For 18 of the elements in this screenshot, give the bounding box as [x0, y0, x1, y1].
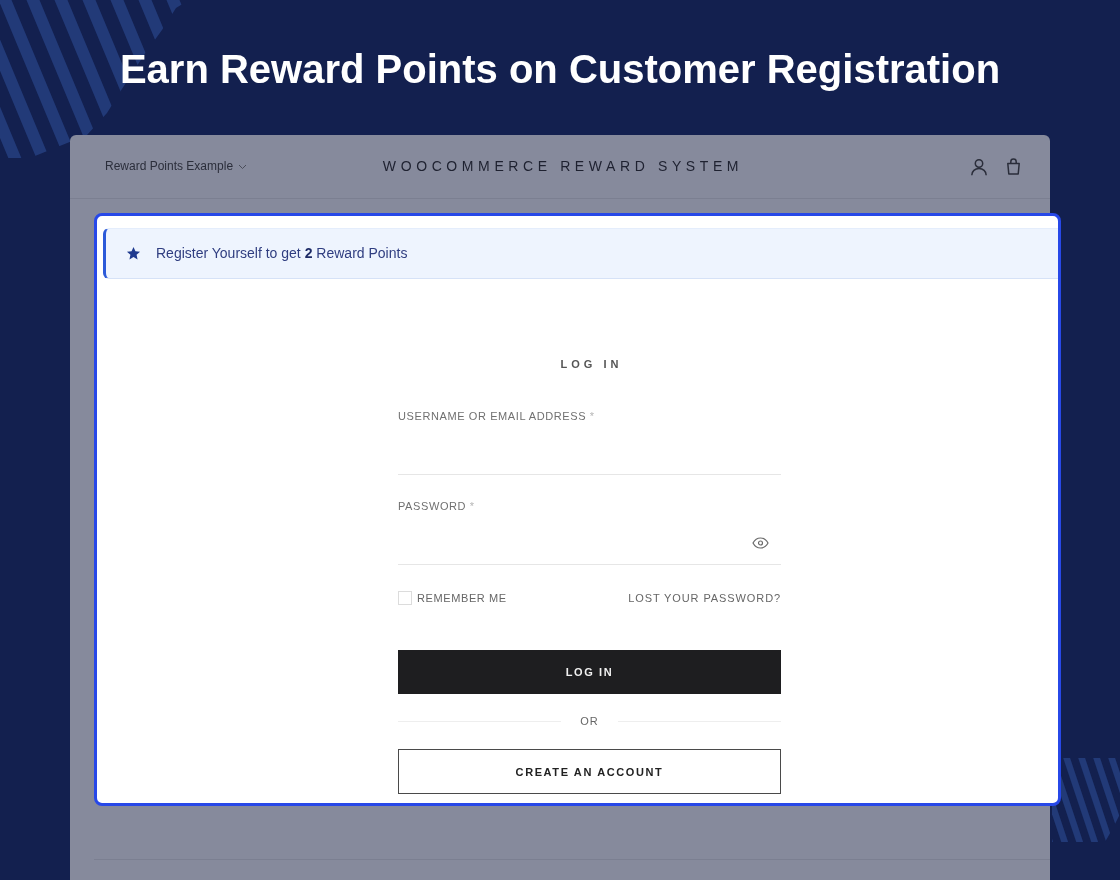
star-icon [126, 246, 141, 261]
site-menu-button[interactable]: Reward Points Example [105, 159, 248, 174]
create-account-button[interactable]: CREATE AN ACCOUNT [398, 749, 781, 794]
lost-password-link[interactable]: LOST YOUR PASSWORD? [628, 591, 781, 605]
user-icon[interactable] [970, 157, 988, 176]
login-heading: LOG IN [560, 357, 623, 371]
remember-me-label: REMEMBER ME [417, 591, 507, 605]
notice-text: Register Yourself to get 2 Reward Points [156, 245, 408, 262]
chevron-down-icon [238, 163, 248, 170]
shopping-bag-icon[interactable] [1006, 158, 1021, 175]
divider-label: OR [580, 714, 599, 728]
eye-icon[interactable] [752, 536, 769, 549]
remember-me-checkbox[interactable] [398, 591, 412, 605]
login-button[interactable]: LOG IN [398, 650, 781, 694]
page-title: Earn Reward Points on Customer Registration [119, 46, 1001, 93]
field-label: USERNAME OR EMAIL ADDRESS * [398, 409, 595, 423]
field-label: PASSWORD * [398, 499, 475, 513]
site-brand-title: WOOCOMMERCE REWARD SYSTEM [382, 158, 744, 175]
